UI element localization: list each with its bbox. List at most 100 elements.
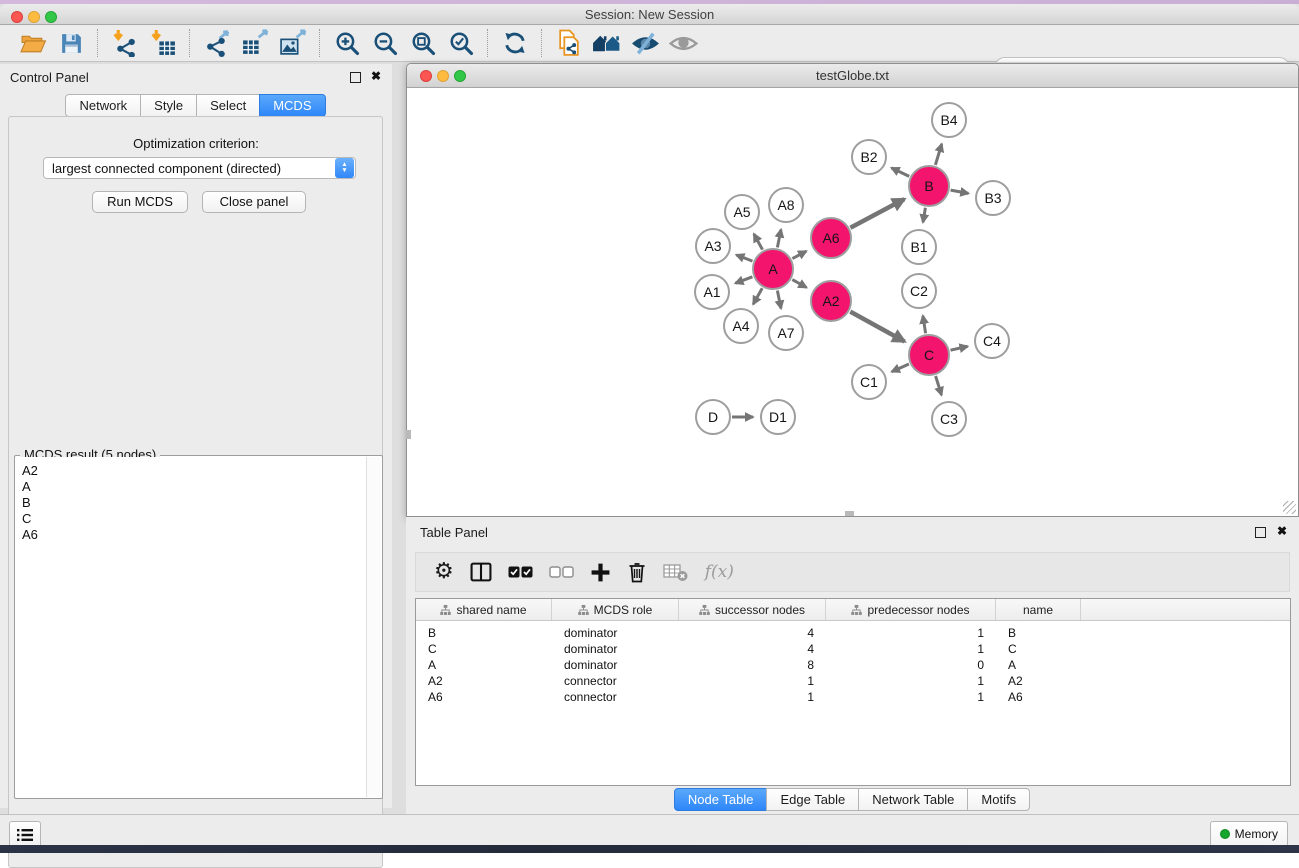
table-row[interactable]: A2connector11A2 (416, 673, 1290, 689)
edge-A6-B[interactable] (850, 199, 904, 228)
tab-network-table[interactable]: Network Table (858, 788, 968, 811)
node-B[interactable]: B (909, 166, 949, 206)
column-header-shared-name[interactable]: shared name (416, 599, 552, 620)
node-B1[interactable]: B1 (902, 230, 936, 264)
edge-B-B1[interactable] (923, 208, 925, 223)
column-header-successor-nodes[interactable]: successor nodes (679, 599, 826, 620)
float-panel-icon[interactable] (350, 72, 361, 83)
node-B4[interactable]: B4 (932, 103, 966, 137)
main-titlebar[interactable]: Session: New Session (0, 4, 1299, 25)
node-D1[interactable]: D1 (761, 400, 795, 434)
clone-network-button[interactable] (553, 27, 585, 59)
edge-A-A8[interactable] (777, 230, 781, 248)
float-table-panel-icon[interactable] (1255, 527, 1266, 538)
tab-node-table[interactable]: Node Table (674, 788, 768, 811)
mcds-result-item[interactable]: A (16, 479, 367, 495)
edge-C-C3[interactable] (936, 376, 942, 395)
close-panel-icon[interactable]: ✖ (371, 69, 381, 83)
mcds-result-item[interactable]: A2 (16, 463, 367, 479)
import-network-button[interactable] (109, 27, 141, 59)
node-C[interactable]: C (909, 335, 949, 375)
mcds-result-item[interactable]: A6 (16, 527, 367, 543)
function-builder-button[interactable]: f(x) (705, 557, 734, 587)
edge-C-C1[interactable] (892, 364, 909, 372)
memory-button[interactable]: Memory (1210, 821, 1288, 847)
open-session-button[interactable] (17, 27, 49, 59)
edge-A-A7[interactable] (777, 291, 781, 309)
mcds-result-item[interactable]: C (16, 511, 367, 527)
column-selector-button[interactable] (470, 557, 492, 587)
node-A1[interactable]: A1 (695, 275, 729, 309)
delete-table-button[interactable] (663, 557, 689, 587)
edge-B-B4[interactable] (935, 144, 941, 165)
node-B2[interactable]: B2 (852, 140, 886, 174)
edge-A-A6[interactable] (792, 251, 806, 258)
zoom-out-button[interactable] (369, 27, 401, 59)
node-A[interactable]: A (753, 249, 793, 289)
task-history-button[interactable] (9, 821, 41, 848)
node-B3[interactable]: B3 (976, 181, 1010, 215)
import-table-button[interactable] (147, 27, 179, 59)
zoom-selected-button[interactable] (445, 27, 477, 59)
window-resize-grip[interactable] (1283, 501, 1296, 514)
save-session-button[interactable] (55, 27, 87, 59)
edge-A-A1[interactable] (735, 277, 752, 283)
table-options-button[interactable]: ⚙ (434, 557, 454, 587)
edge-B-B3[interactable] (951, 190, 969, 193)
export-network-button[interactable] (201, 27, 233, 59)
node-A7[interactable]: A7 (769, 316, 803, 350)
edge-A-A4[interactable] (753, 288, 762, 304)
table-row[interactable]: A6connector11A6 (416, 689, 1290, 705)
tab-network[interactable]: Network (65, 94, 141, 117)
node-A2[interactable]: A2 (811, 281, 851, 321)
vertical-scroll-thumb[interactable] (406, 430, 411, 439)
column-header-name[interactable]: name (996, 599, 1081, 620)
refresh-button[interactable] (499, 27, 531, 59)
tab-style[interactable]: Style (140, 94, 197, 117)
node-C1[interactable]: C1 (852, 365, 886, 399)
edge-A-A5[interactable] (754, 234, 763, 250)
criterion-dropdown[interactable]: largest connected component (directed) ▲… (43, 157, 356, 179)
node-A5[interactable]: A5 (725, 195, 759, 229)
tab-select[interactable]: Select (196, 94, 260, 117)
node-A8[interactable]: A8 (769, 188, 803, 222)
add-column-button[interactable] (590, 557, 611, 587)
run-mcds-button[interactable]: Run MCDS (92, 191, 188, 213)
node-C4[interactable]: C4 (975, 324, 1009, 358)
node-C2[interactable]: C2 (902, 274, 936, 308)
edge-A2-C[interactable] (850, 312, 904, 342)
edge-A-A2[interactable] (792, 280, 806, 288)
node-A6[interactable]: A6 (811, 218, 851, 258)
table-row[interactable]: Adominator80A (416, 657, 1290, 673)
column-header-MCDS-role[interactable]: MCDS role (552, 599, 679, 620)
home-button[interactable] (591, 27, 623, 59)
table-row[interactable]: Cdominator41C (416, 641, 1290, 657)
mcds-list-scrollbar[interactable] (366, 457, 381, 797)
network-window-titlebar[interactable]: testGlobe.txt (407, 64, 1298, 88)
edge-A-A3[interactable] (736, 255, 752, 261)
select-all-button[interactable] (508, 557, 533, 587)
tab-edge-table[interactable]: Edge Table (766, 788, 859, 811)
node-C3[interactable]: C3 (932, 402, 966, 436)
zoom-fit-button[interactable] (407, 27, 439, 59)
horizontal-scroll-thumb[interactable] (845, 511, 854, 516)
node-A3[interactable]: A3 (696, 229, 730, 263)
hide-panel-button[interactable] (629, 27, 661, 59)
network-canvas[interactable]: B4 B2 B B3 A8 A5 A6 A3 B1 A C2 A1 A2 A4 A7 C4 C C1 D D1 C3 (408, 88, 1297, 516)
export-image-button[interactable] (277, 27, 309, 59)
node-A4[interactable]: A4 (724, 309, 758, 343)
edge-B-B2[interactable] (892, 168, 910, 177)
edge-C-C4[interactable] (951, 346, 968, 350)
deselect-all-button[interactable] (549, 557, 574, 587)
table-row[interactable]: Bdominator41B (416, 625, 1290, 641)
export-table-button[interactable] (239, 27, 271, 59)
delete-column-button[interactable] (627, 557, 647, 587)
zoom-in-button[interactable] (331, 27, 363, 59)
node-D[interactable]: D (696, 400, 730, 434)
tab-mcds[interactable]: MCDS (259, 94, 325, 117)
tab-motifs[interactable]: Motifs (967, 788, 1030, 811)
mcds-result-item[interactable]: B (16, 495, 367, 511)
column-header-predecessor-nodes[interactable]: predecessor nodes (826, 599, 996, 620)
close-panel-button[interactable]: Close panel (202, 191, 306, 213)
close-table-panel-icon[interactable]: ✖ (1277, 524, 1287, 538)
